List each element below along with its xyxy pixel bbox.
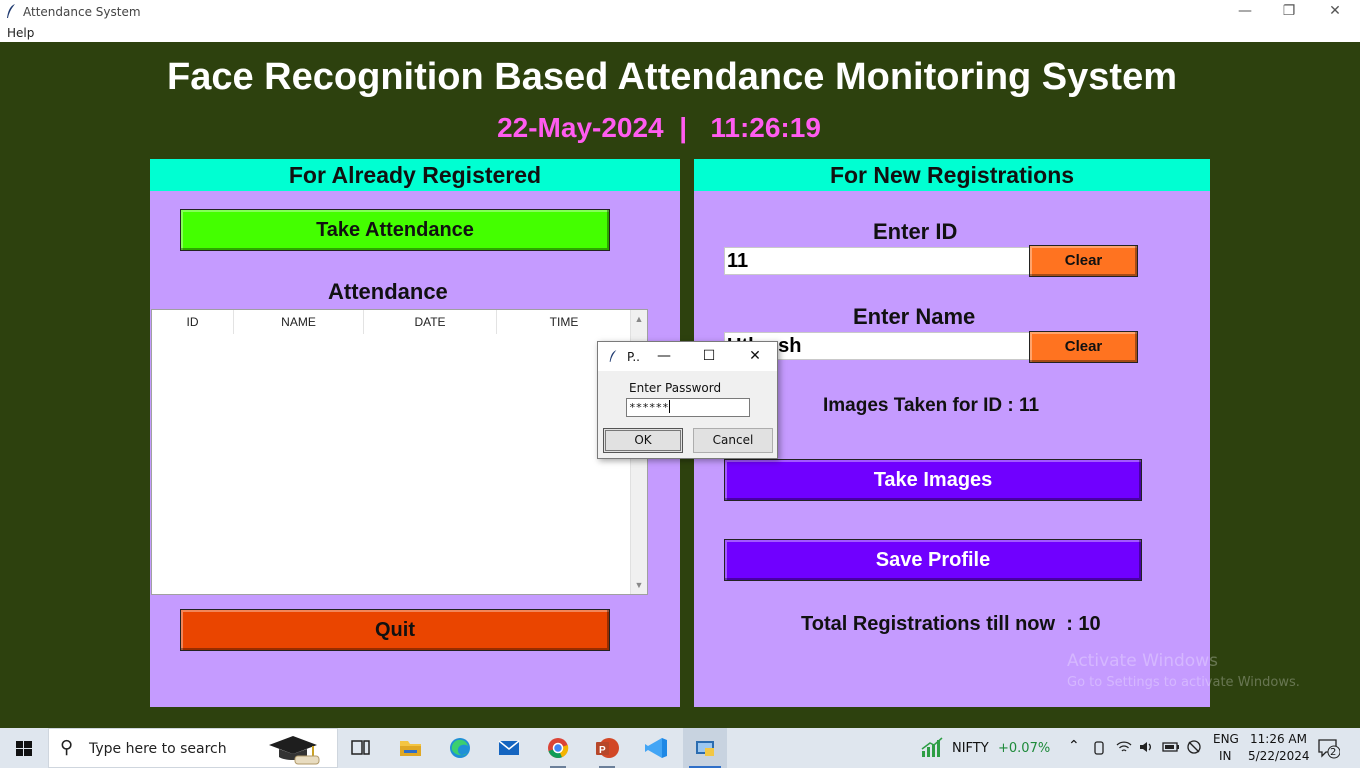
- graduation-cap-icon: [269, 736, 320, 765]
- powerpoint-icon[interactable]: P: [585, 728, 629, 768]
- page-title: Face Recognition Based Attendance Monito…: [167, 56, 1177, 98]
- file-explorer-icon[interactable]: [388, 728, 432, 768]
- task-view-icon[interactable]: [338, 728, 382, 768]
- table-header: ID NAME DATE TIME: [152, 310, 631, 334]
- stock-chart-icon: [921, 737, 943, 757]
- activate-windows-watermark: Activate Windows Go to Settings to activ…: [1067, 651, 1300, 690]
- search-placeholder: Type here to search: [89, 741, 227, 757]
- meet-now-icon[interactable]: [1092, 740, 1106, 756]
- enter-id-label: Enter ID: [873, 219, 958, 244]
- ok-button[interactable]: OK: [603, 428, 683, 453]
- id-input[interactable]: 11: [724, 247, 1030, 275]
- dialog-title: P..: [627, 350, 640, 364]
- cancel-button[interactable]: Cancel: [693, 428, 773, 453]
- close-button[interactable]: ✕: [1312, 0, 1358, 24]
- datetime-display: 22-May-2024 | 11:26:19: [497, 112, 821, 143]
- edge-browser-icon[interactable]: [438, 728, 482, 768]
- attendance-table[interactable]: ID NAME DATE TIME ▲ ▼: [151, 309, 648, 595]
- watermark-line2: Go to Settings to activate Windows.: [1067, 675, 1300, 690]
- clock-time[interactable]: 11:26 AM: [1250, 732, 1307, 746]
- attendance-label: Attendance: [328, 279, 448, 304]
- take-attendance-button[interactable]: Take Attendance: [180, 209, 610, 251]
- stock-name[interactable]: NIFTY: [952, 741, 989, 756]
- clear-id-button[interactable]: Clear: [1029, 245, 1138, 277]
- clock-date[interactable]: 5/22/2024: [1248, 749, 1310, 763]
- python-app-icon[interactable]: [683, 728, 727, 768]
- take-images-button[interactable]: Take Images: [724, 459, 1142, 501]
- wifi-icon[interactable]: [1116, 739, 1132, 755]
- windows-logo-icon: [16, 741, 32, 756]
- focus-assist-icon[interactable]: [1186, 739, 1202, 755]
- window-titlebar: Attendance System — ❐ ✕: [0, 0, 1360, 24]
- window-title: Attendance System: [23, 5, 141, 19]
- vscode-icon[interactable]: [634, 728, 678, 768]
- dialog-titlebar: P.. — ☐ ✕: [598, 342, 777, 371]
- password-value: ******: [629, 401, 669, 414]
- maximize-button[interactable]: ❐: [1266, 0, 1312, 24]
- scroll-up-icon[interactable]: ▲: [631, 311, 647, 327]
- enter-name-label: Enter Name: [853, 304, 976, 329]
- chrome-icon[interactable]: [536, 728, 580, 768]
- taskbar: ⚲ Type here to search P NIFTY +0.07% ⌃ E…: [0, 728, 1360, 768]
- menubar: Help: [0, 24, 1360, 42]
- volume-icon[interactable]: [1138, 739, 1154, 755]
- language-indicator-line1[interactable]: ENG: [1213, 732, 1239, 746]
- battery-icon[interactable]: [1162, 741, 1180, 753]
- notification-count: 2: [1330, 747, 1337, 758]
- password-prompt: Enter Password: [629, 381, 722, 395]
- feather-app-icon: [5, 3, 17, 19]
- password-dialog: P.. — ☐ ✕ Enter Password ****** OK Cance…: [597, 341, 778, 459]
- clear-name-button[interactable]: Clear: [1029, 331, 1138, 363]
- quit-button[interactable]: Quit: [180, 609, 610, 651]
- show-hidden-icons-icon[interactable]: ⌃: [1068, 738, 1080, 754]
- stock-change[interactable]: +0.07%: [998, 741, 1050, 756]
- scroll-down-icon[interactable]: ▼: [631, 577, 647, 593]
- svg-text:P: P: [599, 745, 606, 756]
- feather-dialog-icon: [608, 349, 618, 366]
- column-header-time[interactable]: TIME: [497, 310, 631, 334]
- dialog-minimize-button[interactable]: —: [653, 346, 675, 366]
- notification-center-icon[interactable]: [1318, 739, 1340, 759]
- column-header-name[interactable]: NAME: [234, 310, 364, 334]
- dialog-close-button[interactable]: ✕: [744, 346, 766, 366]
- new-registration-panel-heading: For New Registrations: [694, 159, 1210, 191]
- start-button[interactable]: [0, 728, 48, 768]
- language-indicator-line2[interactable]: IN: [1219, 749, 1232, 763]
- column-header-id[interactable]: ID: [152, 310, 234, 334]
- registered-panel-heading: For Already Registered: [150, 159, 680, 191]
- mail-icon[interactable]: [487, 728, 531, 768]
- watermark-line1: Activate Windows: [1067, 651, 1218, 671]
- search-icon: ⚲: [60, 737, 74, 757]
- menu-help[interactable]: Help: [7, 26, 34, 40]
- save-profile-button[interactable]: Save Profile: [724, 539, 1142, 581]
- total-registrations-status: Total Registrations till now : 10: [801, 613, 1101, 635]
- column-header-date[interactable]: DATE: [364, 310, 497, 334]
- text-caret: [668, 400, 670, 413]
- minimize-button[interactable]: —: [1222, 0, 1268, 24]
- images-taken-status: Images Taken for ID : 11: [823, 395, 1040, 416]
- password-input[interactable]: ******: [626, 398, 750, 417]
- dialog-maximize-button[interactable]: ☐: [698, 346, 720, 366]
- taskbar-search-box[interactable]: ⚲ Type here to search: [48, 728, 338, 768]
